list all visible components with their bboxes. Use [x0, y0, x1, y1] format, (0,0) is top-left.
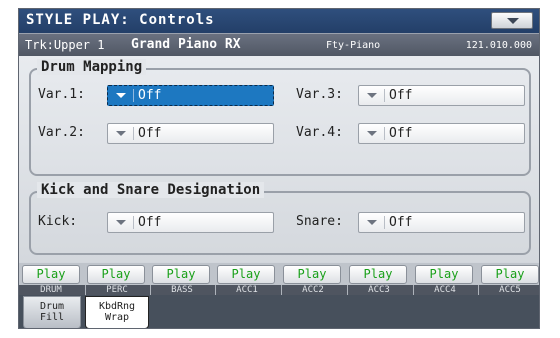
var1-label: Var.1:	[38, 87, 85, 102]
play-button-drum[interactable]: Play	[22, 265, 80, 284]
page-title: STYLE PLAY: Controls	[26, 12, 215, 28]
track-name: Trk:Upper 1	[25, 38, 105, 52]
var1-select[interactable]: Off	[107, 85, 274, 106]
track-label-acc3: ACC3	[347, 285, 410, 295]
track-name-row: DRUM PERC BASS ACC1 ACC2 ACC3 ACC4 ACC5	[19, 285, 539, 295]
play-button-perc[interactable]: Play	[87, 265, 145, 284]
var2-label: Var.2:	[38, 125, 85, 140]
chevron-down-icon	[116, 131, 126, 136]
track-label-acc1: ACC1	[215, 285, 278, 295]
controls-screen: STYLE PLAY: Controls Trk:Upper 1 Grand P…	[18, 8, 540, 329]
combo-separator	[133, 127, 134, 140]
chevron-down-icon	[367, 93, 377, 98]
play-button-acc3[interactable]: Play	[349, 265, 407, 284]
track-label-acc4: ACC4	[413, 285, 476, 295]
kick-snare-title: Kick and Snare Designation	[37, 182, 265, 198]
kick-snare-group: Kick and Snare Designation Kick: Off Sna…	[29, 182, 531, 255]
chevron-down-icon	[367, 131, 377, 136]
sound-bank: Fty-Piano	[326, 40, 381, 51]
tab-drum-fill[interactable]: Drum Fill	[23, 296, 81, 328]
tab-bar: Drum Fill KbdRng Wrap	[19, 295, 539, 328]
drum-mapping-group: Drum Mapping Var.1: Off Var.3: Off Var.2…	[29, 59, 531, 176]
play-button-acc4[interactable]: Play	[415, 265, 473, 284]
var4-value: Off	[389, 126, 413, 141]
track-label-acc2: ACC2	[281, 285, 344, 295]
play-button-acc1[interactable]: Play	[217, 265, 275, 284]
combo-separator	[133, 216, 134, 229]
kick-label: Kick:	[38, 214, 78, 229]
tab-kbdrng-wrap[interactable]: KbdRng Wrap	[85, 296, 149, 328]
var3-select[interactable]: Off	[358, 85, 525, 106]
track-info-bar[interactable]: Trk:Upper 1 Grand Piano RX Fty-Piano 121…	[19, 33, 539, 56]
track-label-drum: DRUM	[40, 285, 62, 295]
var3-value: Off	[389, 88, 413, 103]
play-button-bass[interactable]: Play	[152, 265, 210, 284]
combo-separator	[384, 89, 385, 102]
tab-label-line1: KbdRng	[98, 301, 136, 312]
combo-separator	[133, 89, 134, 102]
tab-label-line1: Drum	[39, 301, 65, 312]
chevron-down-icon	[367, 220, 377, 225]
tab-label-line2: Fill	[39, 312, 65, 323]
var1-value: Off	[138, 88, 162, 103]
var4-select[interactable]: Off	[358, 123, 525, 144]
snare-value: Off	[389, 215, 413, 230]
track-label-bass: BASS	[150, 285, 213, 295]
chevron-down-icon	[507, 18, 519, 24]
combo-separator	[384, 127, 385, 140]
var4-label: Var.4:	[296, 125, 343, 140]
snare-select[interactable]: Off	[358, 212, 525, 233]
title-bar: STYLE PLAY: Controls	[19, 9, 539, 33]
play-button-acc5[interactable]: Play	[481, 265, 539, 284]
kick-value: Off	[138, 215, 162, 230]
var2-select[interactable]: Off	[107, 123, 274, 144]
var2-value: Off	[138, 126, 162, 141]
drum-mapping-title: Drum Mapping	[37, 59, 147, 75]
chevron-down-icon	[116, 93, 126, 98]
sound-name: Grand Piano RX	[131, 37, 241, 52]
play-button-acc2[interactable]: Play	[283, 265, 341, 284]
track-play-row: Play Play Play Play Play Play Play Play	[19, 263, 539, 285]
kick-select[interactable]: Off	[107, 212, 274, 233]
snare-label: Snare:	[296, 214, 343, 229]
track-label-acc5: ACC5	[478, 285, 539, 295]
program-number: 121.010.000	[465, 40, 532, 51]
tab-label-line2: Wrap	[104, 312, 130, 323]
combo-separator	[384, 216, 385, 229]
track-label-perc: PERC	[85, 285, 148, 295]
var3-label: Var.3:	[296, 87, 343, 102]
page-menu-button[interactable]	[491, 12, 533, 29]
controls-panel: Drum Mapping Var.1: Off Var.3: Off Var.2…	[19, 56, 539, 262]
chevron-down-icon	[116, 220, 126, 225]
